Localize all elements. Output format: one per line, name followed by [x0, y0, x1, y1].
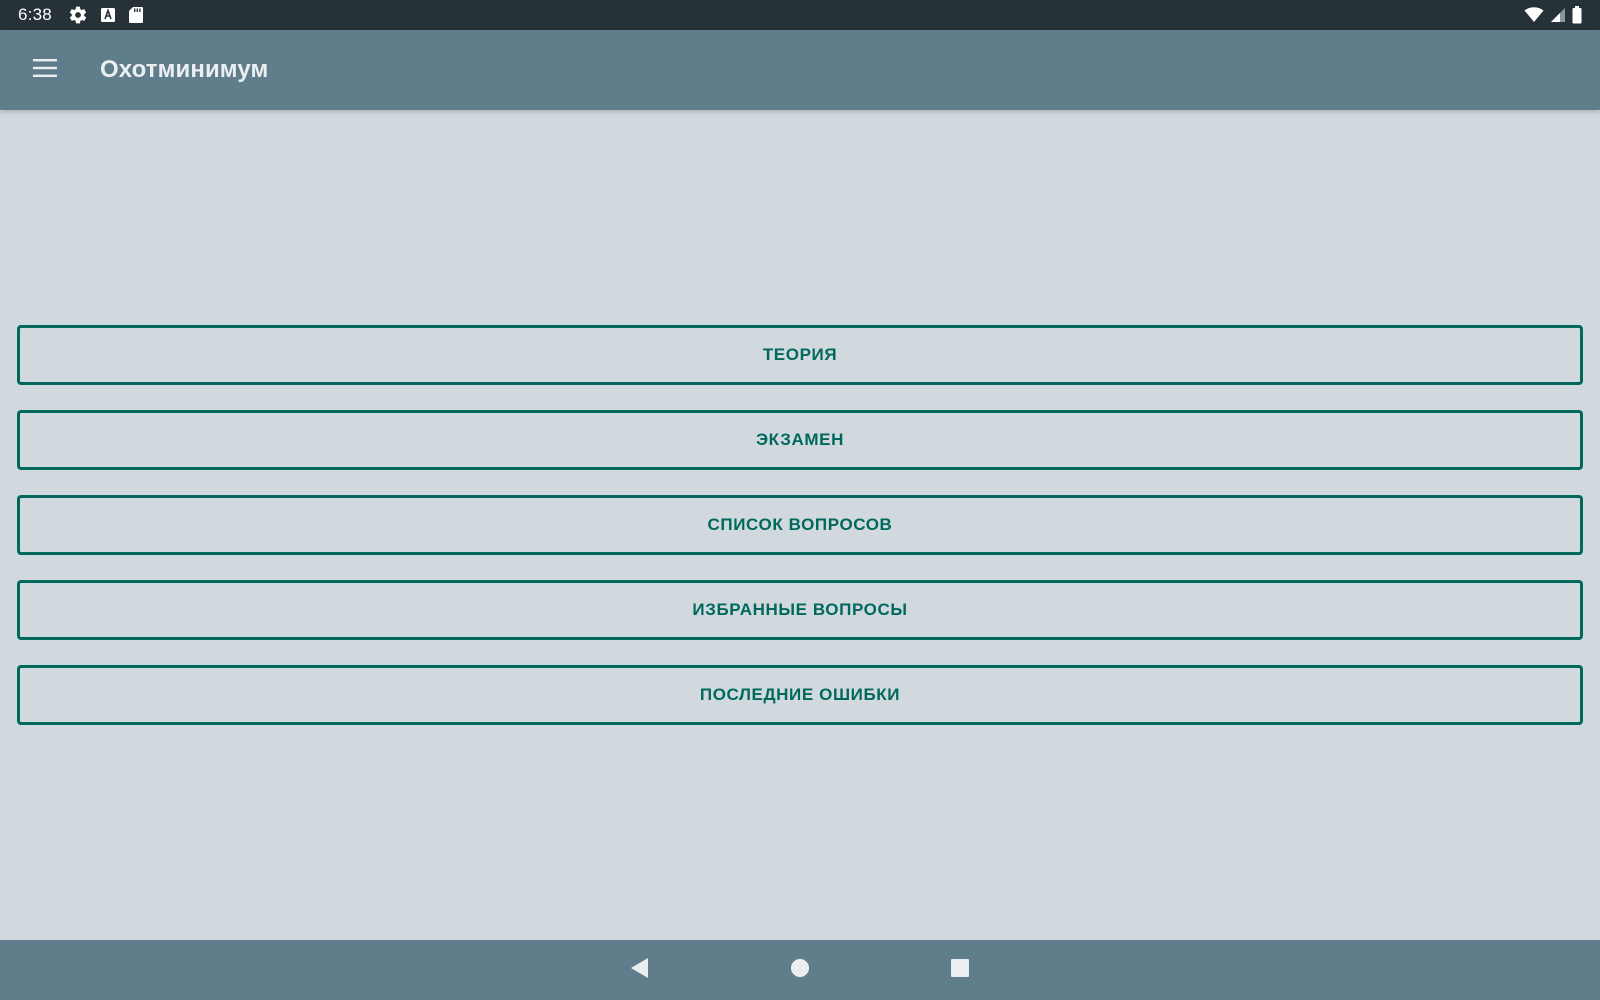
recents-button[interactable]: [920, 940, 1000, 1000]
theory-button[interactable]: ТЕОРИЯ: [17, 325, 1583, 385]
status-time: 6:38: [18, 5, 52, 24]
app-bar: Охотминимум: [0, 30, 1600, 110]
favorite-questions-button[interactable]: ИЗБРАННЫЕ ВОПРОСЫ: [17, 580, 1583, 640]
back-icon: [630, 957, 650, 984]
status-left-group: 6:38: [0, 5, 156, 25]
exam-button[interactable]: ЭКЗАМЕН: [17, 410, 1583, 470]
battery-icon: [1572, 6, 1582, 24]
app-title: Охотминимум: [100, 56, 269, 83]
status-right-group: [1522, 0, 1586, 30]
system-nav-bar: [0, 940, 1600, 1000]
cell-signal-icon: [1550, 7, 1566, 23]
keyboard-a-icon: [100, 7, 116, 23]
question-list-button[interactable]: СПИСОК ВОПРОСОВ: [17, 495, 1583, 555]
recents-icon: [950, 958, 970, 983]
main-content: ТЕОРИЯ ЭКЗАМЕН СПИСОК ВОПРОСОВ ИЗБРАННЫЕ…: [0, 110, 1600, 940]
main-menu-list: ТЕОРИЯ ЭКЗАМЕН СПИСОК ВОПРОСОВ ИЗБРАННЫЕ…: [17, 325, 1583, 750]
hamburger-menu-icon: [32, 58, 58, 83]
wifi-icon: [1524, 7, 1544, 23]
back-button[interactable]: [600, 940, 680, 1000]
recent-mistakes-button[interactable]: ПОСЛЕДНИЕ ОШИБКИ: [17, 665, 1583, 725]
home-icon: [790, 958, 810, 983]
status-bar: 6:38: [0, 0, 1600, 30]
home-button[interactable]: [760, 940, 840, 1000]
navigation-drawer-button[interactable]: [17, 42, 73, 98]
gear-icon: [68, 5, 88, 25]
sd-card-icon: [128, 6, 144, 24]
